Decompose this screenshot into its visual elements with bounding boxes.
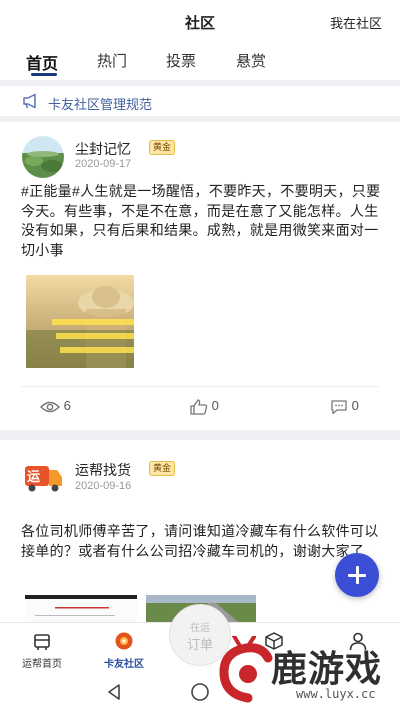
add-post-button[interactable] [335, 553, 379, 597]
my-community-link[interactable]: 我在社区 [330, 13, 382, 32]
post-card[interactable]: 尘封记忆 黄金 2020-09-17 #正能量#人生就是一场醒悟，不要昨天，不要… [0, 122, 400, 430]
community-icon [114, 631, 134, 651]
post-card[interactable]: 运 运帮找货 黄金 2020-09-16 各位司机师傅辛苦了，请问谁知道冷藏车有… [0, 440, 400, 625]
watermark-url: www.luyx.cc [296, 687, 376, 701]
home-icon [32, 631, 52, 651]
tab-home[interactable]: 首页 [26, 50, 58, 74]
post-stats: 6 0 0 [0, 394, 400, 424]
post-date: 2020-09-17 [75, 158, 132, 170]
post-image[interactable] [25, 595, 137, 625]
like-button[interactable]: 0 [190, 398, 219, 415]
notice-bar[interactable]: 卡友社区管理规范 [0, 86, 400, 116]
app-screen: 社区 我在社区 首页 热门 投票 悬赏 卡友社区管理规范 尘封记忆 黄金 202… [0, 0, 400, 711]
separator [21, 386, 379, 387]
avatar[interactable]: 运 [22, 455, 64, 497]
center-button-line1: 在运 [190, 623, 210, 634]
views-stat: 6 [40, 398, 71, 414]
post-date: 2020-09-16 [75, 480, 132, 492]
watermark: 鹿游戏 www.luyx.cc [218, 634, 400, 711]
post-content[interactable]: #正能量#人生就是一场醒悟，不要昨天，不要明天，只要今天。有些事，不是不在意，而… [21, 182, 383, 260]
comment-icon [330, 398, 352, 414]
post-image[interactable] [26, 275, 134, 368]
post-username[interactable]: 尘封记忆 [75, 139, 131, 159]
level-badge: 黄金 [149, 140, 176, 155]
home-circle-icon[interactable] [190, 682, 210, 707]
likes-count: 0 [211, 398, 219, 413]
comments-count: 0 [351, 398, 359, 413]
avatar[interactable] [22, 136, 64, 178]
thumbs-up-icon [190, 398, 212, 415]
back-icon[interactable] [106, 683, 122, 706]
nav-label: 运帮首页 [22, 659, 62, 670]
title-bar: 社区 我在社区 [0, 0, 400, 42]
nav-label: 卡友社区 [104, 659, 144, 670]
comment-button[interactable]: 0 [330, 398, 359, 415]
level-badge: 黄金 [149, 461, 176, 476]
tab-hot[interactable]: 热门 [97, 50, 127, 71]
svg-text:运: 运 [27, 470, 40, 485]
megaphone-icon [22, 93, 40, 109]
divider [0, 430, 400, 440]
views-count: 6 [63, 398, 71, 413]
watermark-text: 鹿游戏 [271, 648, 383, 690]
eye-icon [40, 398, 64, 413]
tab-bar: 首页 热门 投票 悬赏 [0, 46, 400, 78]
tab-active-indicator [31, 73, 57, 76]
tab-vote[interactable]: 投票 [166, 50, 196, 71]
deer-logo-icon [218, 634, 276, 711]
post-username[interactable]: 运帮找货 [75, 460, 131, 480]
nav-item-community[interactable]: 卡友社区 [84, 631, 164, 670]
nav-item-home[interactable]: 运帮首页 [2, 631, 82, 670]
tab-reward[interactable]: 悬赏 [236, 50, 266, 71]
notice-text: 卡友社区管理规范 [48, 97, 153, 112]
post-content[interactable]: 各位司机师傅辛苦了，请问谁知道冷藏车有什么软件可以接单的？或者有什么公司招冷藏车… [21, 522, 383, 561]
